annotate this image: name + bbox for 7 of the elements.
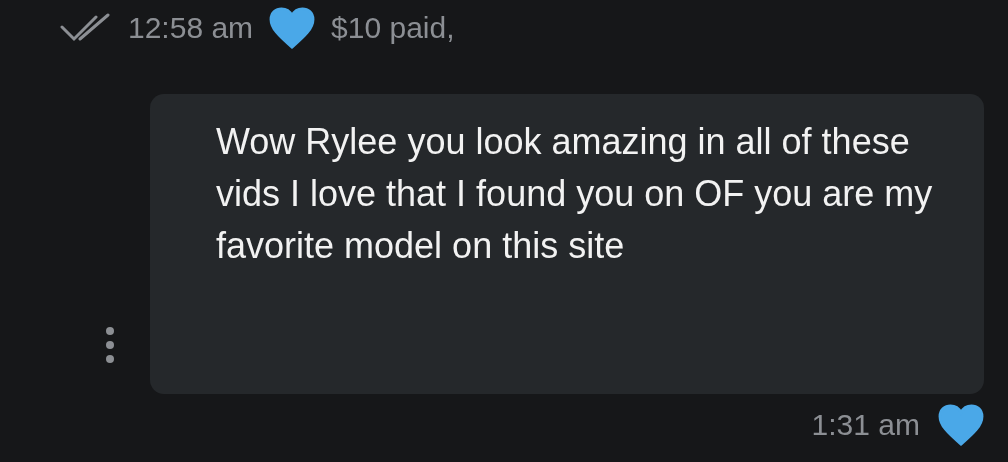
message-bubble: Wow Rylee you look amazing in all of these vids I love that I found you on OF you are my favorite model on this site (150, 94, 984, 394)
message-time: 12:58 am (128, 11, 254, 45)
more-options-icon[interactable] (104, 326, 116, 364)
price-label: $10 paid, (331, 11, 455, 45)
message-time: 1:31 am (811, 408, 920, 442)
heart-icon[interactable] (269, 7, 316, 49)
heart-icon[interactable] (938, 404, 984, 446)
